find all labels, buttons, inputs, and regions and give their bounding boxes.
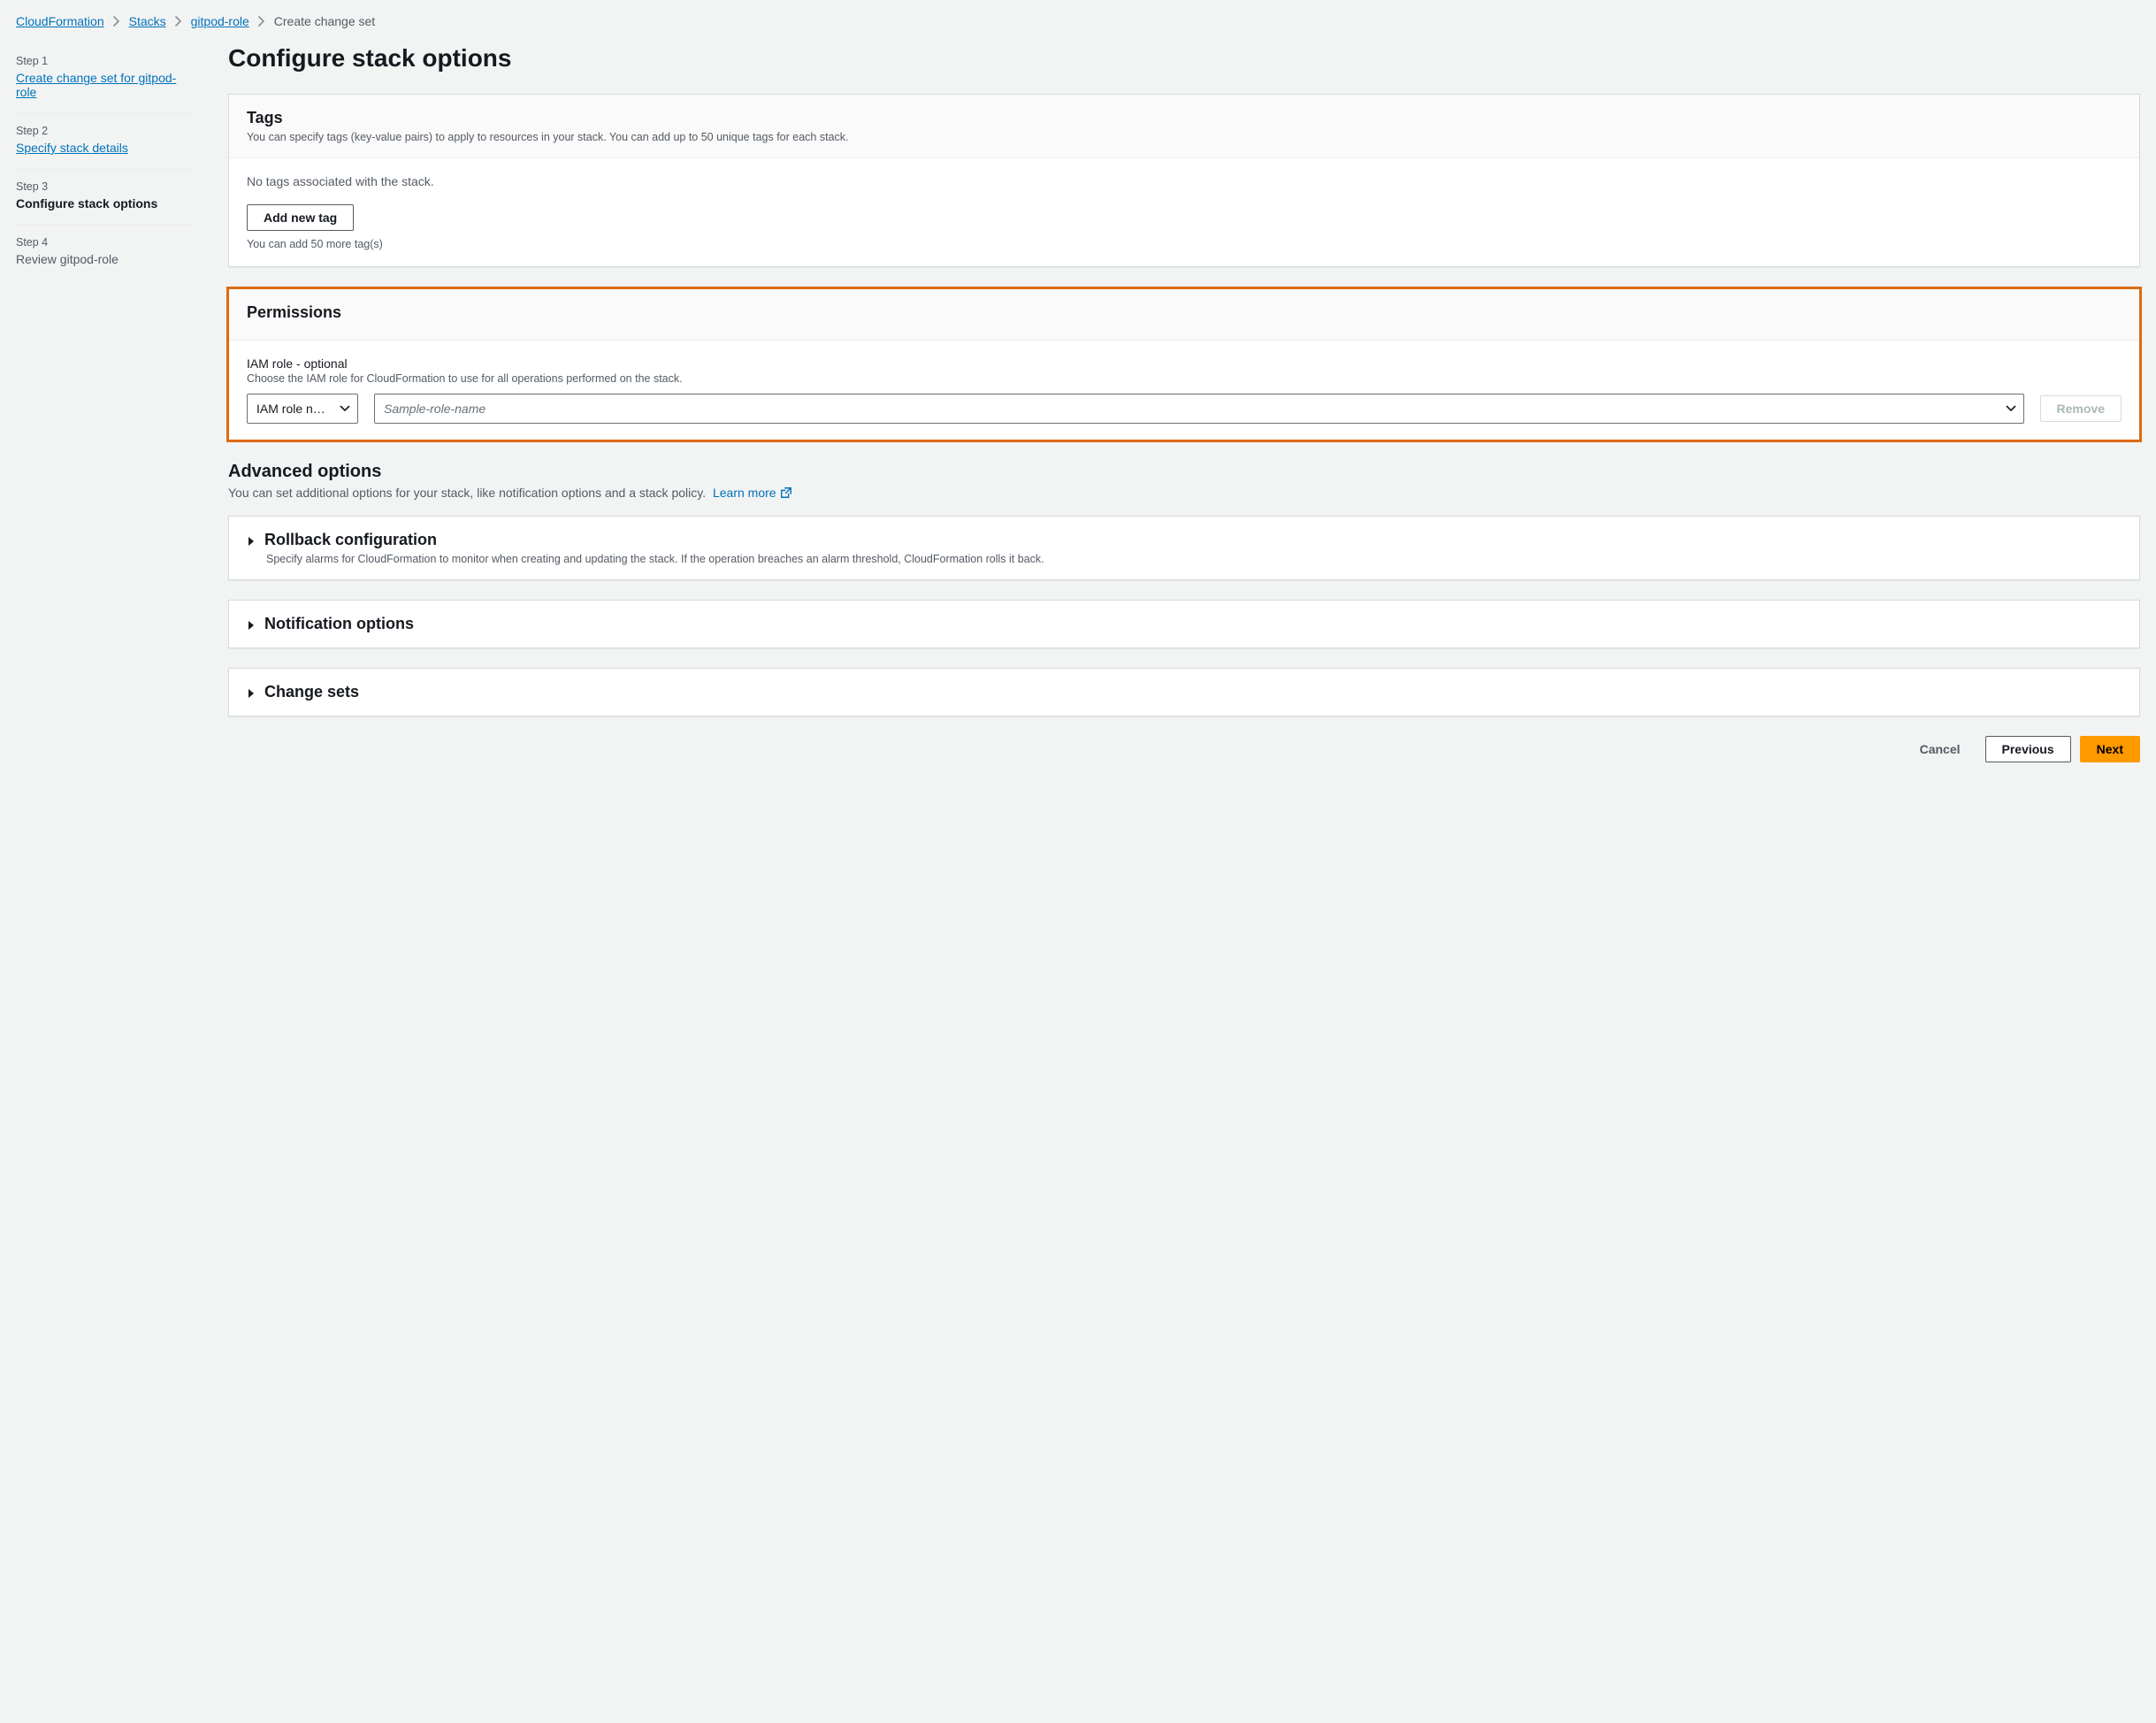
iam-role-type-select[interactable]: IAM role n… [247,394,358,424]
step-label: Step 3 [16,180,193,193]
step-label: Step 1 [16,55,193,67]
change-sets-panel: Change sets [228,668,2140,716]
breadcrumb-cloudformation[interactable]: CloudFormation [16,14,104,28]
step-2-link[interactable]: Specify stack details [16,141,193,155]
tags-heading: Tags [247,109,2122,127]
iam-role-type-value: IAM role n… [256,402,325,416]
change-sets-heading: Change sets [264,683,359,701]
step-label: Step 2 [16,125,193,137]
iam-role-label: IAM role - optional [247,356,2122,371]
change-sets-toggle[interactable]: Change sets [247,683,2122,701]
remove-role-button: Remove [2040,395,2122,422]
cancel-button[interactable]: Cancel [1904,736,1976,762]
wizard-steps: Step 1 Create change set for gitpod-role… [16,44,193,280]
step-3-current: Configure stack options [16,196,193,211]
next-button[interactable]: Next [2080,736,2140,762]
step-label: Step 4 [16,236,193,249]
notification-heading: Notification options [264,615,414,633]
learn-more-text: Learn more [713,486,776,500]
rollback-panel: Rollback configuration Specify alarms fo… [228,516,2140,580]
step-2: Step 2 Specify stack details [16,114,193,170]
iam-role-description: Choose the IAM role for CloudFormation t… [247,372,2122,385]
tags-hint: You can add 50 more tag(s) [247,238,2122,250]
caret-down-icon [340,405,350,412]
page-title: Configure stack options [228,44,2140,73]
tags-empty-text: No tags associated with the stack. [247,174,2122,188]
chevron-right-icon [258,16,265,27]
breadcrumb-current: Create change set [274,14,375,28]
rollback-description: Specify alarms for CloudFormation to mon… [266,553,2122,565]
tags-description: You can specify tags (key-value pairs) t… [247,131,2122,143]
iam-role-name-placeholder: Sample-role-name [384,402,485,416]
external-link-icon [780,486,792,499]
rollback-heading: Rollback configuration [264,531,437,549]
step-4-future: Review gitpod-role [16,252,193,266]
caret-down-icon [2006,405,2016,412]
chevron-right-icon [175,16,182,27]
rollback-toggle[interactable]: Rollback configuration [247,531,2122,549]
notification-panel: Notification options [228,600,2140,648]
main-content: Configure stack options Tags You can spe… [228,44,2140,762]
caret-right-icon [247,688,256,699]
iam-role-name-select[interactable]: Sample-role-name [374,394,2024,424]
notification-toggle[interactable]: Notification options [247,615,2122,633]
breadcrumb: CloudFormation Stacks gitpod-role Create… [16,14,2140,28]
permissions-panel: Permissions IAM role - optional Choose t… [228,288,2140,440]
advanced-heading-text: Advanced options [228,462,2140,482]
caret-right-icon [247,620,256,631]
permissions-heading: Permissions [247,303,2122,322]
step-1-link[interactable]: Create change set for gitpod-role [16,71,193,99]
step-1: Step 1 Create change set for gitpod-role [16,44,193,114]
chevron-right-icon [113,16,120,27]
step-4: Step 4 Review gitpod-role [16,226,193,280]
footer-actions: Cancel Previous Next [228,736,2140,762]
step-3: Step 3 Configure stack options [16,170,193,226]
learn-more-link[interactable]: Learn more [713,486,792,500]
breadcrumb-stacks[interactable]: Stacks [129,14,166,28]
caret-right-icon [247,536,256,547]
breadcrumb-role[interactable]: gitpod-role [191,14,249,28]
advanced-options-heading: Advanced options You can set additional … [228,462,2140,500]
previous-button[interactable]: Previous [1985,736,2071,762]
tags-panel: Tags You can specify tags (key-value pai… [228,94,2140,267]
add-new-tag-button[interactable]: Add new tag [247,204,354,231]
advanced-description: You can set additional options for your … [228,486,706,500]
